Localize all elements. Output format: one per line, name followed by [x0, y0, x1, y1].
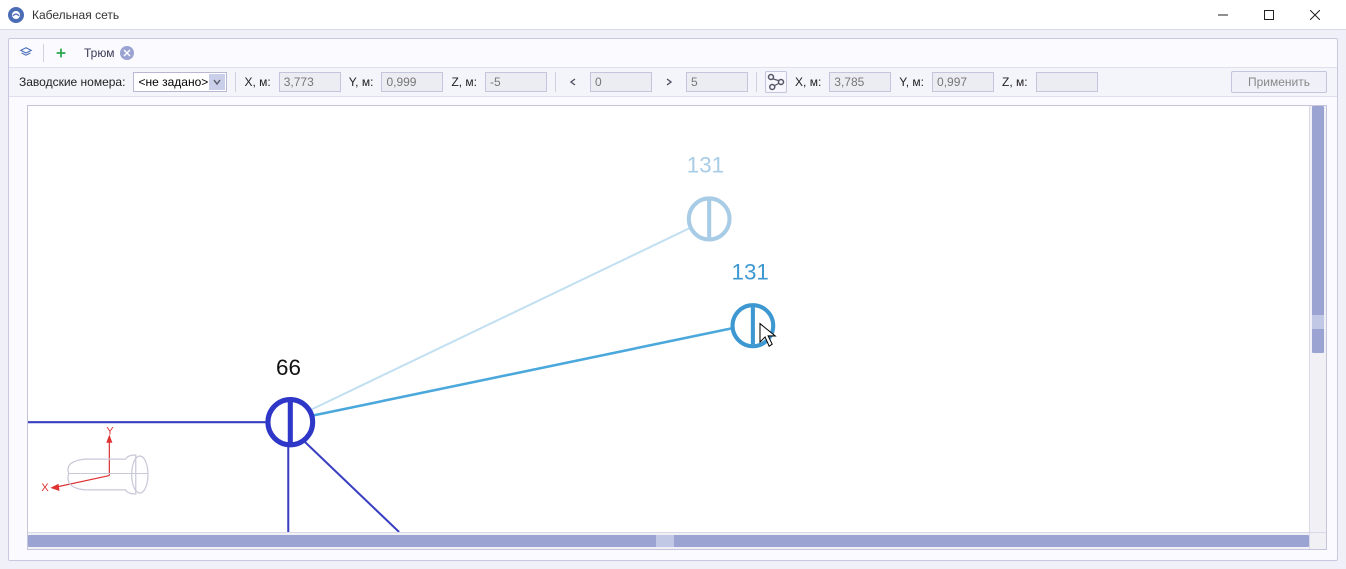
- separator: [555, 72, 556, 92]
- layers-icon[interactable]: [15, 42, 37, 64]
- diagram-viewport[interactable]: 131 131: [28, 106, 1309, 532]
- ghost-node-131: 131: [687, 153, 730, 240]
- x2-label: X, м:: [795, 75, 821, 89]
- window-title: Кабельная сеть: [32, 8, 119, 22]
- tab-separator: [43, 44, 44, 62]
- canvas-outer: 131 131: [9, 97, 1337, 560]
- horizontal-scrollbar[interactable]: [28, 532, 1309, 549]
- axis-gizmo: Y X: [41, 425, 148, 494]
- range-prev-button[interactable]: [564, 72, 582, 92]
- tab-label: Трюм: [84, 46, 114, 60]
- add-tab-button[interactable]: [50, 42, 72, 64]
- scroll-corner: [1309, 532, 1326, 549]
- z1-label: Z, м:: [451, 75, 477, 89]
- window-controls: [1200, 0, 1338, 30]
- vertical-scrollbar[interactable]: [1309, 106, 1326, 532]
- graph-tool-button[interactable]: [765, 71, 787, 93]
- canvas[interactable]: 131 131: [27, 105, 1327, 550]
- y1-label: Y, м:: [349, 75, 374, 89]
- serial-combo[interactable]: <не задано>: [133, 72, 227, 92]
- range-next-button[interactable]: [660, 72, 678, 92]
- z2-field[interactable]: [1036, 72, 1098, 92]
- title-bar: Кабельная сеть: [0, 0, 1346, 30]
- tab-hold[interactable]: Трюм: [78, 44, 140, 62]
- tab-row: Трюм: [9, 39, 1337, 67]
- z2-label: Z, м:: [1002, 75, 1028, 89]
- serial-label: Заводские номера:: [19, 75, 125, 89]
- apply-button[interactable]: Применить: [1231, 71, 1327, 93]
- serial-select[interactable]: <не задано>: [133, 72, 227, 92]
- toolbar: Заводские номера: <не задано> X, м: Y, м…: [9, 67, 1337, 97]
- node-66[interactable]: 66: [268, 355, 313, 445]
- minimize-button[interactable]: [1200, 0, 1246, 30]
- close-button[interactable]: [1292, 0, 1338, 30]
- x1-label: X, м:: [244, 75, 270, 89]
- content-box: Трюм Заводские номера: <не задано> X, м:…: [8, 38, 1338, 561]
- y1-field[interactable]: [381, 72, 443, 92]
- tab-close-icon[interactable]: [120, 46, 134, 60]
- separator: [235, 72, 236, 92]
- y2-label: Y, м:: [899, 75, 924, 89]
- separator: [756, 72, 757, 92]
- svg-text:131: 131: [732, 259, 769, 284]
- x2-field[interactable]: [829, 72, 891, 92]
- x1-field[interactable]: [279, 72, 341, 92]
- y2-field[interactable]: [932, 72, 994, 92]
- svg-text:131: 131: [687, 153, 724, 178]
- svg-text:X: X: [41, 482, 49, 494]
- svg-text:Y: Y: [106, 425, 114, 437]
- maximize-button[interactable]: [1246, 0, 1292, 30]
- range-lo-field[interactable]: [590, 72, 652, 92]
- range-hi-field[interactable]: [686, 72, 748, 92]
- app-icon: [8, 7, 24, 23]
- z1-field[interactable]: [485, 72, 547, 92]
- svg-text:66: 66: [276, 355, 301, 380]
